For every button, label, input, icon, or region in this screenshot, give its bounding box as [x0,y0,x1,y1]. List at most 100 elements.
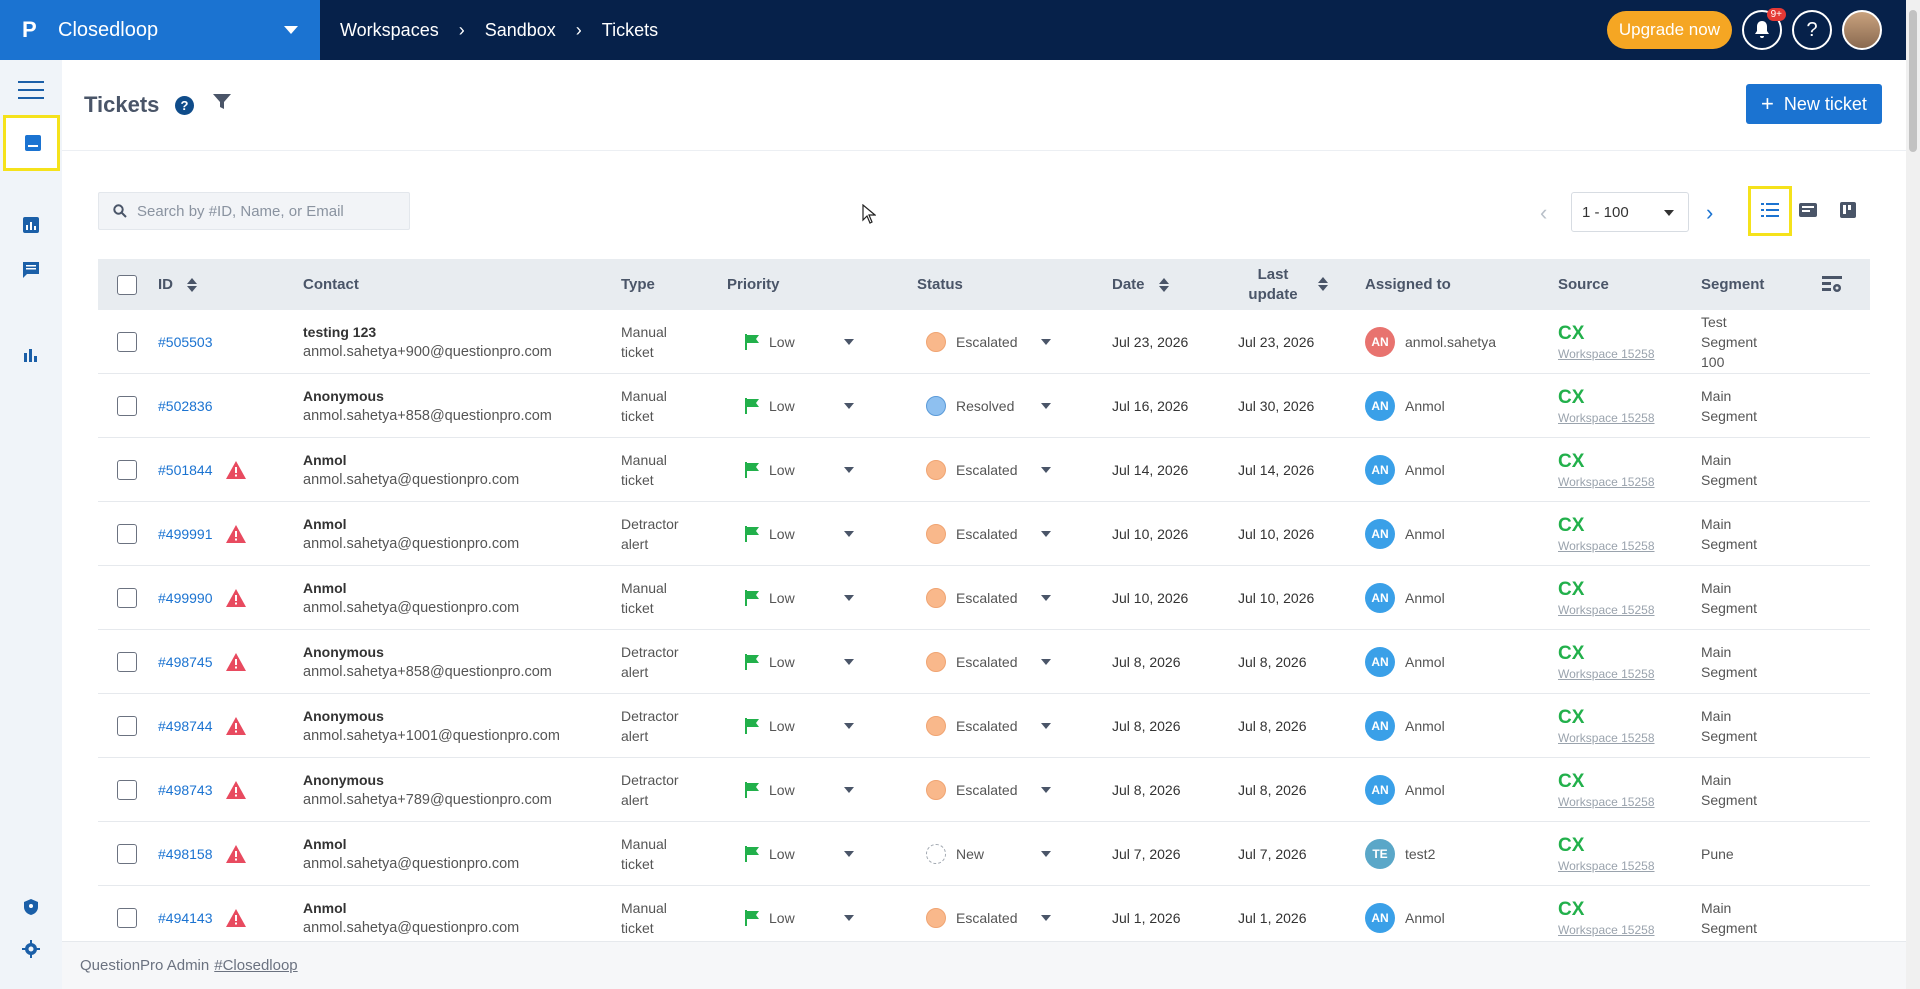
chevron-down-icon[interactable] [844,339,854,345]
chevron-down-icon[interactable] [1041,467,1051,473]
chevron-down-icon[interactable] [1041,659,1051,665]
chevron-down-icon[interactable] [844,659,854,665]
table-row[interactable]: #501844 Anmol anmol.sahetya@questionpro.… [98,438,1870,502]
notifications-button[interactable]: 9+ [1742,8,1786,50]
chevron-down-icon[interactable] [844,787,854,793]
chevron-down-icon[interactable] [1041,851,1051,857]
row-checkbox[interactable] [117,587,137,608]
breadcrumb-workspaces[interactable]: Workspaces [340,20,439,41]
workspace-link[interactable]: Workspace 15258 [1558,603,1655,617]
status-select[interactable]: Escalated [926,779,1017,800]
priority-select[interactable]: Low [745,461,795,478]
workspace-link[interactable]: Workspace 15258 [1558,475,1655,489]
breadcrumb-sandbox[interactable]: Sandbox [485,20,556,41]
status-select[interactable]: Escalated [926,523,1017,544]
footer-link[interactable]: #Closedloop [214,957,297,974]
chevron-down-icon[interactable] [1041,915,1051,921]
workspace-link[interactable]: Workspace 15258 [1558,411,1655,425]
card-view-button[interactable] [1790,192,1826,228]
rail-item-tickets[interactable] [3,115,60,171]
upgrade-button[interactable]: Upgrade now [1606,11,1732,49]
row-checkbox[interactable] [117,459,137,480]
column-last-update[interactable]: Last update [1238,265,1308,305]
search-input[interactable] [137,202,397,220]
row-checkbox[interactable] [117,715,137,736]
table-row[interactable]: #502836 Anonymous anmol.sahetya+858@ques… [98,374,1870,438]
status-select[interactable]: Escalated [926,331,1017,352]
rail-item-settings[interactable] [0,929,62,969]
select-all-checkbox[interactable] [117,274,137,295]
app-switcher[interactable]: P Closedloop [0,0,320,60]
user-avatar[interactable] [1842,10,1882,50]
pager-next-button[interactable]: › [1706,200,1713,226]
chevron-down-icon[interactable] [1041,339,1051,345]
status-select[interactable]: Escalated [926,459,1017,480]
priority-select[interactable]: Low [745,909,795,926]
rail-item-analytics[interactable] [0,335,62,375]
chevron-down-icon[interactable] [1041,403,1051,409]
help-button[interactable]: ? [1792,10,1832,50]
workspace-link[interactable]: Workspace 15258 [1558,347,1655,361]
workspace-link[interactable]: Workspace 15258 [1558,859,1655,873]
row-checkbox[interactable] [117,779,137,800]
status-select[interactable]: Escalated [926,651,1017,672]
menu-toggle[interactable] [0,70,62,110]
row-checkbox[interactable] [117,523,137,544]
chevron-down-icon[interactable] [844,595,854,601]
chevron-down-icon[interactable] [1041,787,1051,793]
rail-item-messages[interactable] [0,250,62,290]
ticket-id-link[interactable]: #501844 [158,462,213,478]
ticket-id-link[interactable]: #499990 [158,590,213,606]
table-row[interactable]: #505503 testing 123 anmol.sahetya+900@qu… [98,310,1870,374]
row-checkbox[interactable] [117,395,137,416]
rail-item-security[interactable] [0,887,62,927]
table-row[interactable]: #498745 Anonymous anmol.sahetya+858@ques… [98,630,1870,694]
row-checkbox[interactable] [117,651,137,672]
ticket-id-link[interactable]: #498744 [158,718,213,734]
rail-item-reports[interactable] [0,205,62,245]
ticket-id-link[interactable]: #498743 [158,782,213,798]
workspace-link[interactable]: Workspace 15258 [1558,539,1655,553]
row-checkbox[interactable] [117,331,137,352]
table-row[interactable]: #499991 Anmol anmol.sahetya@questionpro.… [98,502,1870,566]
scrollbar-thumb[interactable] [1909,10,1917,152]
filter-button[interactable] [213,94,231,115]
column-settings-icon[interactable] [1822,275,1842,295]
table-row[interactable]: #498744 Anonymous anmol.sahetya+1001@que… [98,694,1870,758]
priority-select[interactable]: Low [745,845,795,862]
ticket-id-link[interactable]: #502836 [158,398,213,414]
chevron-down-icon[interactable] [844,915,854,921]
table-row[interactable]: #498158 Anmol anmol.sahetya@questionpro.… [98,822,1870,886]
board-view-button[interactable] [1830,192,1866,228]
workspace-link[interactable]: Workspace 15258 [1558,731,1655,745]
status-select[interactable]: Escalated [926,907,1017,928]
status-select[interactable]: Escalated [926,715,1017,736]
help-circle-icon[interactable]: ? [175,96,194,115]
priority-select[interactable]: Low [745,397,795,414]
chevron-down-icon[interactable] [284,26,298,34]
ticket-id-link[interactable]: #494143 [158,910,213,926]
ticket-id-link[interactable]: #505503 [158,334,213,350]
chevron-down-icon[interactable] [844,403,854,409]
list-view-button[interactable] [1752,192,1788,228]
new-ticket-button[interactable]: + New ticket [1746,84,1882,124]
workspace-link[interactable]: Workspace 15258 [1558,795,1655,809]
workspace-link[interactable]: Workspace 15258 [1558,667,1655,681]
chevron-down-icon[interactable] [844,851,854,857]
chevron-down-icon[interactable] [844,723,854,729]
column-id[interactable]: ID [158,276,198,293]
table-row[interactable]: #498743 Anonymous anmol.sahetya+789@ques… [98,758,1870,822]
workspace-link[interactable]: Workspace 15258 [1558,923,1655,937]
ticket-id-link[interactable]: #499991 [158,526,213,542]
chevron-down-icon[interactable] [844,531,854,537]
status-select[interactable]: Escalated [926,587,1017,608]
chevron-down-icon[interactable] [844,467,854,473]
priority-select[interactable]: Low [745,653,795,670]
priority-select[interactable]: Low [745,333,795,350]
column-date[interactable]: Date [1112,276,1169,293]
priority-select[interactable]: Low [745,525,795,542]
page-range-select[interactable]: 1 - 100 [1571,192,1689,232]
priority-select[interactable]: Low [745,717,795,734]
ticket-id-link[interactable]: #498745 [158,654,213,670]
row-checkbox[interactable] [117,843,137,864]
